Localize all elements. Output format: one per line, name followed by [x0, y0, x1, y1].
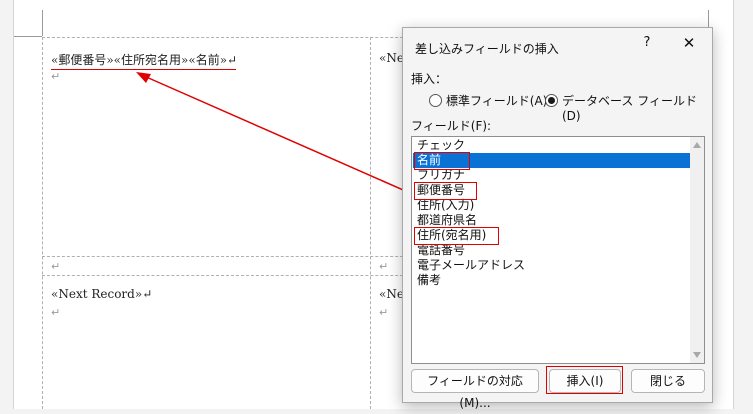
table-top-border — [42, 37, 433, 38]
radio-database-label[interactable]: データベース フィールド(D) — [562, 92, 712, 123]
paragraph-mark: ↵ — [51, 70, 61, 83]
close-icon[interactable]: ✕ — [680, 34, 698, 52]
paragraph-mark-cell4: ↵ — [379, 306, 389, 319]
highlight-address-label — [414, 227, 499, 245]
radio-database-field[interactable] — [545, 94, 558, 107]
radio-standard-label[interactable]: 標準フィールド(A) — [446, 92, 547, 109]
list-item[interactable]: 都道府県名 — [413, 213, 692, 228]
paragraph-mark-mid-left: ↵ — [51, 260, 61, 273]
field-list-label: フィールド(F): — [411, 119, 492, 133]
paragraph-mark-mid-right: ↵ — [379, 260, 389, 273]
list-item[interactable]: チェック — [413, 138, 692, 153]
match-fields-button[interactable]: フィールドの対応(M)... — [411, 369, 539, 410]
help-button[interactable]: ? — [640, 35, 654, 50]
merge-fields-line[interactable]: «郵便番号»«住所宛名用»«名前»↵ — [51, 51, 237, 68]
table-middle-border — [370, 37, 371, 409]
highlight-postal-code — [414, 182, 477, 200]
table-left-border — [42, 37, 43, 409]
row-divider-2 — [42, 275, 433, 276]
next-record-field[interactable]: «Next Record»↵ — [51, 287, 152, 301]
highlight-insert-button — [546, 366, 623, 394]
scroll-up-icon[interactable] — [693, 142, 701, 148]
crop-mark-top-left-h — [14, 36, 42, 37]
list-item[interactable]: 住所(入力) — [413, 198, 692, 213]
list-item[interactable]: 備考 — [413, 273, 692, 288]
insert-merge-field-dialog: 差し込みフィールドの挿入 ? ✕ 挿入： 標準フィールド(A) データベース フ… — [402, 27, 713, 410]
scroll-down-icon[interactable] — [693, 352, 701, 358]
dialog-title: 差し込みフィールドの挿入 — [415, 42, 559, 56]
crop-mark-top-left — [38, 10, 43, 36]
list-item[interactable]: フリガナ — [413, 168, 692, 183]
row-divider-1 — [42, 256, 433, 257]
radio-standard-field[interactable] — [429, 94, 442, 107]
fields-red-underline — [51, 69, 236, 70]
list-item[interactable]: 電子メールアドレス — [413, 258, 692, 273]
highlight-name — [414, 152, 470, 170]
close-button[interactable]: 閉じる — [631, 369, 705, 393]
field-listbox[interactable]: チェック 名前 フリガナ 郵便番号 住所(入力) 都道府県名 住所(宛名用) 電… — [411, 136, 705, 364]
listbox-scrollbar[interactable] — [690, 137, 704, 363]
paragraph-mark-cell3: ↵ — [51, 306, 61, 319]
list-item[interactable]: 電話番号 — [413, 243, 692, 258]
insert-group-label: 挿入： — [411, 72, 448, 86]
